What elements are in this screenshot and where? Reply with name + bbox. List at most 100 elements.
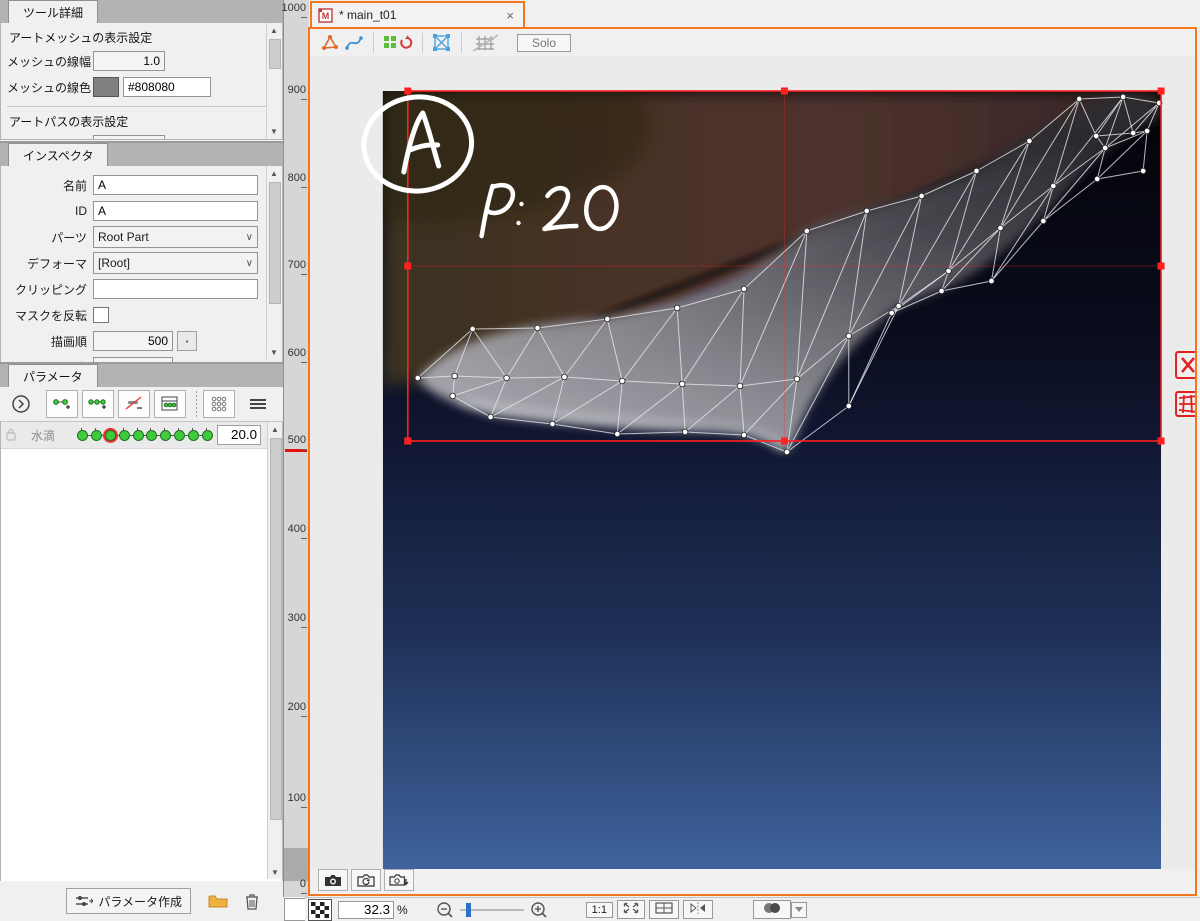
expand-circle-icon[interactable] — [6, 391, 36, 417]
mesh-vertex[interactable] — [681, 428, 689, 436]
tab-parameter[interactable]: パラメータ — [8, 364, 98, 387]
mesh-vertex[interactable] — [1101, 144, 1109, 152]
parameter-key-dot[interactable] — [90, 428, 102, 441]
mesh-vertex[interactable] — [449, 392, 456, 400]
mesh-vertex[interactable] — [673, 304, 681, 312]
scroll-down-icon[interactable]: ▼ — [267, 124, 281, 138]
parameter-key-dot[interactable] — [77, 428, 88, 441]
create-parameter-button[interactable]: パラメータ作成 — [66, 888, 191, 914]
mesh-vertex[interactable] — [1040, 217, 1047, 225]
camera-export-icon[interactable] — [384, 869, 414, 891]
deformer-select[interactable]: [Root] ∨ — [93, 252, 258, 274]
tool-detail-scrollbar[interactable]: ▲ ▼ — [266, 23, 281, 138]
transform-box-tool-icon[interactable] — [430, 33, 454, 52]
mesh-vertex[interactable] — [783, 448, 791, 456]
mesh-line-width-input[interactable] — [93, 51, 165, 71]
mesh-vertex[interactable] — [888, 309, 895, 317]
mesh-vertex[interactable] — [503, 374, 510, 382]
zoom-slider-handle[interactable] — [465, 902, 471, 917]
camera-icon[interactable] — [318, 869, 348, 891]
mesh-vertex[interactable] — [736, 382, 744, 390]
mesh-vertex[interactable] — [863, 207, 870, 215]
draw-order-input[interactable] — [93, 331, 173, 351]
keyform-edit-button[interactable] — [154, 390, 186, 418]
scroll-up-icon[interactable]: ▲ — [267, 166, 281, 180]
parameter-key-dot[interactable] — [132, 428, 144, 441]
parts-select[interactable]: Root Part ∨ — [93, 226, 258, 248]
mesh-vertex[interactable] — [1129, 129, 1137, 137]
flip-view-button[interactable] — [682, 900, 713, 919]
document-tab[interactable]: M * main_t01 × — [310, 1, 525, 27]
parameter-scrollbar[interactable]: ▲ ▼ — [267, 422, 282, 879]
mesh-vertex[interactable] — [845, 332, 853, 340]
name-input[interactable] — [93, 175, 258, 195]
solo-button[interactable]: Solo — [517, 33, 572, 52]
mesh-vertex[interactable] — [740, 285, 748, 293]
checker-background-button[interactable] — [308, 898, 332, 921]
mesh-vertex[interactable] — [561, 373, 568, 381]
mesh-edit-tool-icon[interactable] — [318, 34, 342, 52]
mesh-vertex[interactable] — [534, 324, 541, 332]
red-close-box-icon[interactable] — [1175, 351, 1195, 379]
mesh-vertex[interactable] — [604, 315, 611, 323]
mesh-vertex[interactable] — [549, 420, 556, 428]
scroll-up-icon[interactable]: ▲ — [267, 23, 281, 37]
deformer-tool-icon[interactable] — [381, 34, 415, 52]
scrollbar-thumb[interactable] — [269, 39, 281, 69]
scroll-down-icon[interactable]: ▼ — [268, 865, 282, 879]
clipping-input[interactable] — [93, 279, 258, 299]
canvas-viewport[interactable] — [310, 56, 1195, 869]
mesh-vertex[interactable] — [740, 431, 748, 439]
grid-toggle-icon[interactable] — [469, 33, 503, 53]
zoom-in-icon[interactable] — [530, 901, 548, 919]
mesh-vertex[interactable] — [1092, 132, 1100, 140]
inspector-scrollbar[interactable]: ▲ ▼ — [266, 166, 281, 359]
mesh-vertex[interactable] — [1119, 93, 1127, 101]
mesh-vertex[interactable] — [845, 402, 853, 410]
add-two-keys-button[interactable] — [46, 390, 78, 418]
mesh-vertex[interactable] — [451, 372, 458, 380]
zoom-percent-input[interactable] — [338, 900, 394, 919]
blend-dropdown-icon[interactable] — [790, 901, 807, 918]
mesh-vertex[interactable] — [1050, 182, 1057, 190]
scroll-up-icon[interactable]: ▲ — [268, 422, 282, 436]
mesh-vertex[interactable] — [678, 380, 686, 388]
tab-tool-detail[interactable]: ツール詳細 — [8, 0, 99, 23]
mesh-vertex[interactable] — [803, 227, 811, 235]
scroll-down-icon[interactable]: ▼ — [267, 345, 281, 359]
mesh-vertex[interactable] — [1093, 175, 1101, 183]
mesh-vertex[interactable] — [1026, 137, 1033, 145]
add-three-keys-button[interactable] — [82, 390, 114, 418]
parameter-key-dot[interactable] — [146, 428, 158, 441]
path-edit-tool-icon[interactable] — [342, 34, 366, 52]
parameter-row[interactable]: 水滴 — [1, 422, 282, 449]
mesh-vertex[interactable] — [997, 224, 1004, 232]
blend-mode-toggle[interactable] — [752, 900, 791, 919]
mesh-line-color-swatch[interactable] — [93, 77, 119, 97]
mesh-vertex[interactable] — [614, 430, 621, 438]
mesh-vertex[interactable] — [973, 167, 980, 175]
mesh-vertex[interactable] — [945, 267, 952, 275]
mesh-vertex[interactable] — [414, 374, 421, 382]
mesh-vertex[interactable] — [1139, 167, 1147, 175]
mesh-vertex[interactable] — [619, 377, 626, 385]
mesh-vertex[interactable] — [469, 325, 476, 333]
mesh-vertex[interactable] — [918, 192, 925, 200]
parameter-key-dot[interactable] — [188, 428, 200, 441]
draw-order-aux-button[interactable]: ▪ — [177, 331, 197, 351]
zoom-out-icon[interactable] — [436, 901, 454, 919]
tab-inspector[interactable]: インスペクタ — [8, 143, 109, 166]
red-grid-box-icon[interactable] — [1175, 391, 1195, 417]
path-line-width-input[interactable] — [93, 135, 165, 139]
mesh-vertex[interactable] — [793, 375, 801, 383]
parameter-value-input[interactable] — [217, 425, 261, 445]
close-icon[interactable]: × — [503, 8, 517, 23]
menu-icon[interactable] — [243, 391, 273, 417]
zoom-1-1-button[interactable]: 1:1 — [585, 901, 613, 918]
trash-icon[interactable] — [239, 889, 265, 913]
mesh-vertex[interactable] — [1076, 95, 1083, 103]
mesh-line-color-input[interactable] — [123, 77, 211, 97]
fit-view-button[interactable] — [616, 900, 645, 919]
grid-view-button[interactable] — [648, 900, 679, 919]
mesh-vertex[interactable] — [1143, 127, 1151, 135]
